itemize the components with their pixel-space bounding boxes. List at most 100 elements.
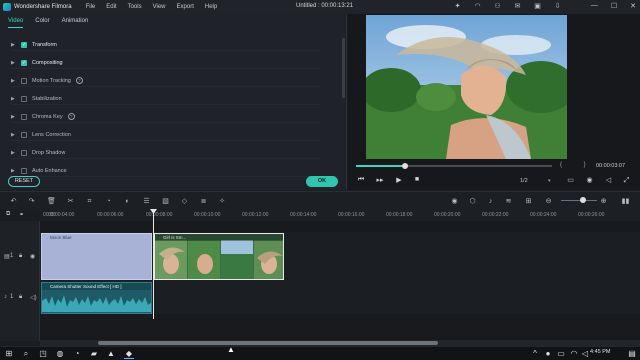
menu-export[interactable]: Export: [177, 4, 194, 10]
panel-layout-icon[interactable]: ▮▮: [621, 197, 630, 206]
motion-tracking-checkbox[interactable]: [21, 77, 27, 84]
play-frame-icon[interactable]: ▸▸: [375, 176, 385, 184]
property-row-transform[interactable]: ▶ ✓ Transform: [11, 39, 321, 51]
chevron-right-icon[interactable]: ▶: [11, 60, 17, 66]
chevron-right-icon[interactable]: ▶: [11, 150, 17, 156]
search-icon[interactable]: ⌕: [21, 349, 31, 359]
lock-icon[interactable]: 🔒︎: [19, 294, 22, 301]
progress-handle[interactable]: [402, 163, 408, 169]
panel-scrollbar[interactable]: [342, 38, 345, 98]
speed-icon[interactable]: ◔: [104, 197, 113, 206]
stabilization-checkbox[interactable]: [21, 95, 27, 102]
display-icon[interactable]: ▭: [566, 177, 575, 185]
lightbulb-icon[interactable]: ✦: [453, 2, 462, 11]
cut-icon[interactable]: ✂: [66, 197, 75, 206]
redo-icon[interactable]: ↷: [27, 197, 36, 206]
compositing-checkbox[interactable]: ✓: [21, 59, 27, 66]
vlc-icon[interactable]: ▲: [106, 349, 116, 359]
edge-icon[interactable]: ◔: [72, 349, 82, 359]
info-icon[interactable]: ?: [75, 77, 83, 84]
ok-button[interactable]: OK: [306, 176, 338, 187]
lock-icon[interactable]: 🔒︎: [19, 253, 22, 260]
chevron-right-icon[interactable]: ▶: [11, 168, 17, 174]
voiceover-icon[interactable]: ♪: [486, 197, 495, 206]
property-row-drop-shadow[interactable]: ▶ Drop Shadow: [11, 147, 321, 159]
chevron-right-icon[interactable]: ▶: [11, 96, 17, 102]
chrome-icon[interactable]: ◍: [55, 349, 65, 359]
play-icon[interactable]: ▶: [394, 176, 404, 184]
adjust-icon[interactable]: ☰: [142, 197, 151, 206]
audio-clip-camera-shutter[interactable]: Camera Shutter Sound Effect [ HD ]: [41, 282, 152, 314]
video-preview-frame[interactable]: [366, 15, 567, 159]
task-view-icon[interactable]: ◳: [38, 349, 48, 359]
notification-icon[interactable]: ✉: [513, 2, 522, 11]
menu-file[interactable]: File: [86, 4, 96, 10]
add-track-icon[interactable]: ⧉: [6, 211, 10, 218]
wifi-icon[interactable]: ◠: [569, 349, 579, 359]
chevron-down-icon[interactable]: ▾: [548, 178, 551, 184]
property-row-auto-enhance[interactable]: ▶ Auto Enhance: [11, 165, 321, 177]
microphone-icon[interactable]: ●: [543, 349, 553, 359]
zoom-slider-handle[interactable]: [580, 197, 586, 203]
delete-icon[interactable]: 🗑: [47, 197, 56, 206]
video-clip-moon-blue[interactable]: Moon Blue: [41, 233, 152, 280]
file-explorer-icon[interactable]: ▰: [89, 349, 99, 359]
tab-video[interactable]: Video: [8, 18, 24, 28]
ai-feature-icon[interactable]: ✧: [216, 197, 228, 206]
drop-shadow-checkbox[interactable]: [21, 149, 27, 156]
chevron-right-icon[interactable]: ▶: [11, 42, 17, 48]
stop-icon[interactable]: ■: [412, 176, 422, 183]
audio-stretch-icon[interactable]: ≋: [504, 197, 513, 206]
headset-icon[interactable]: ◠: [473, 2, 482, 11]
menu-view[interactable]: View: [153, 4, 166, 10]
cart-icon[interactable]: ⇩: [553, 2, 562, 11]
zoom-out-icon[interactable]: ⊖: [544, 197, 553, 206]
windows-start-icon[interactable]: ⊞: [4, 349, 14, 359]
eye-icon[interactable]: ◉: [30, 253, 35, 260]
zoom-in-icon[interactable]: ⊕: [599, 197, 608, 206]
chevron-right-icon[interactable]: ▶: [11, 114, 17, 120]
battery-icon[interactable]: ▭: [556, 349, 566, 359]
tab-color[interactable]: Color: [35, 18, 49, 28]
step-back-icon[interactable]: ⏮: [356, 176, 366, 184]
filmora-taskbar-icon[interactable]: ◆: [124, 349, 134, 359]
playback-progress-bar[interactable]: [356, 163, 552, 169]
video-clip-girl[interactable]: Girl is Sm...: [154, 233, 284, 280]
crop-icon[interactable]: ⌗: [85, 197, 94, 206]
green-screen-icon[interactable]: ▧: [161, 197, 170, 206]
undo-icon[interactable]: ↶: [9, 197, 18, 206]
save-icon[interactable]: ▣: [533, 2, 542, 11]
snapshot-camera-icon[interactable]: ◉: [585, 177, 594, 185]
property-row-chroma-key[interactable]: ▶ Chroma Key ?: [11, 111, 321, 123]
maximize-button[interactable]: ☐: [611, 2, 617, 10]
chroma-key-checkbox[interactable]: [21, 113, 27, 120]
speaker-icon[interactable]: ◁: [580, 349, 590, 359]
property-row-compositing[interactable]: ▶ ✓ Compositing: [11, 57, 321, 69]
in-out-markers[interactable]: { }: [560, 162, 596, 168]
close-button[interactable]: ✕: [630, 2, 636, 10]
auto-enhance-checkbox[interactable]: [21, 167, 27, 174]
chevron-up-icon[interactable]: ^: [530, 349, 540, 359]
timeline-scrollbar[interactable]: [98, 341, 438, 345]
keyframe-icon[interactable]: ◇: [180, 197, 189, 206]
audio-mixer-icon[interactable]: ≣: [199, 197, 208, 206]
menu-tools[interactable]: Tools: [128, 4, 142, 10]
property-row-stabilization[interactable]: ▶ Stabilization: [11, 93, 321, 105]
volume-icon[interactable]: ◁: [604, 177, 613, 185]
zoom-slider[interactable]: [561, 200, 597, 201]
link-icon[interactable]: ⚭: [19, 211, 24, 218]
render-icon[interactable]: ◉: [450, 197, 459, 206]
chevron-right-icon[interactable]: ▶: [11, 78, 17, 84]
menu-edit[interactable]: Edit: [106, 4, 116, 10]
speaker-icon[interactable]: ◁): [30, 294, 37, 301]
info-icon[interactable]: ?: [67, 113, 75, 120]
color-icon[interactable]: ◐: [123, 197, 132, 206]
marker-icon[interactable]: ⬡: [468, 197, 477, 206]
property-row-lens-correction[interactable]: ▶ Lens Correction: [11, 129, 321, 141]
timeline-ruler[interactable]: 00:00 00:00:04:00 00:00:06:00 00:00:08:0…: [40, 209, 640, 221]
account-icon[interactable]: ⚇: [493, 2, 502, 11]
chevron-right-icon[interactable]: ▶: [11, 132, 17, 138]
reset-button[interactable]: RESET: [8, 176, 40, 187]
notification-center-icon[interactable]: ▤: [627, 349, 637, 359]
tab-animation[interactable]: Animation: [62, 18, 89, 28]
